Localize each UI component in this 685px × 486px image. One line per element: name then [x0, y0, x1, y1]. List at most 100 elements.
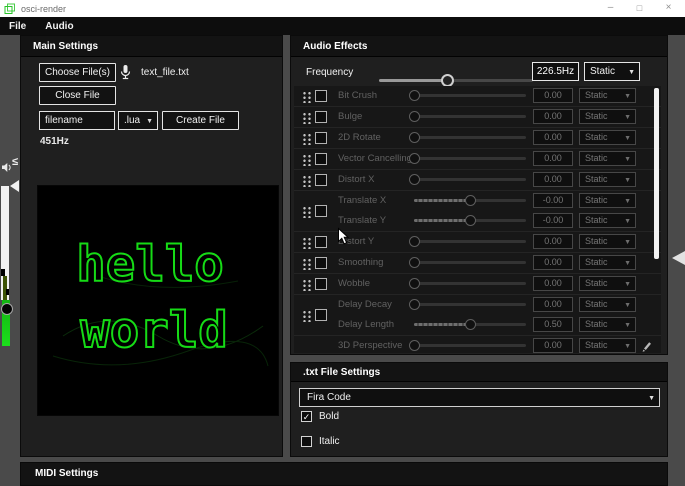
- oscilloscope-display: hello world: [37, 185, 279, 416]
- close-file-button[interactable]: Close File: [39, 86, 116, 105]
- effect-slider[interactable]: [414, 94, 526, 97]
- chevron-down-icon: ▼: [624, 215, 631, 228]
- effect-group: Wobble 0.00 Static▼: [294, 274, 661, 295]
- chevron-down-icon: ▼: [624, 278, 631, 291]
- effect-group: Smoothing 0.00 Static▼: [294, 253, 661, 274]
- effect-anim-dropdown[interactable]: Static▼: [579, 234, 636, 249]
- effect-value-input[interactable]: 0.00: [533, 255, 573, 270]
- effect-anim-dropdown[interactable]: Static▼: [579, 213, 636, 228]
- effect-anim-dropdown[interactable]: Static▼: [579, 109, 636, 124]
- choose-files-button[interactable]: Choose File(s): [39, 63, 116, 82]
- effect-anim-dropdown[interactable]: Static▼: [579, 297, 636, 312]
- effect-value-input[interactable]: 0.00: [533, 234, 573, 249]
- extension-value: .lua: [124, 115, 140, 126]
- effect-value-input[interactable]: 0.00: [533, 297, 573, 312]
- effects-scrollbar-thumb[interactable]: [654, 88, 659, 259]
- effect-slider-thumb[interactable]: [465, 215, 476, 226]
- effect-slider-thumb[interactable]: [465, 319, 476, 330]
- font-family-dropdown[interactable]: Fira Code▼: [299, 388, 660, 407]
- midi-settings-panel[interactable]: MIDI Settings: [20, 462, 668, 486]
- extension-dropdown[interactable]: .lua ▼: [118, 111, 158, 130]
- frequency-anim-dropdown[interactable]: Static▼: [584, 62, 640, 81]
- effect-anim-dropdown[interactable]: Static▼: [579, 276, 636, 291]
- effect-value-input[interactable]: 0.00: [533, 276, 573, 291]
- effect-anim-dropdown[interactable]: Static▼: [579, 255, 636, 270]
- effect-slider-thumb[interactable]: [409, 90, 420, 101]
- frequency-slider[interactable]: [379, 79, 533, 82]
- effect-slider[interactable]: [414, 136, 526, 139]
- effect-anim-dropdown[interactable]: Static▼: [579, 338, 636, 353]
- effect-slider-thumb[interactable]: [409, 153, 420, 164]
- effect-row: Delay Decay 0.00 Static▼: [294, 295, 661, 315]
- effect-slider[interactable]: [414, 199, 526, 202]
- effect-slider[interactable]: [414, 178, 526, 181]
- effect-value-input[interactable]: 0.00: [533, 130, 573, 145]
- effect-value-input[interactable]: -0.00: [533, 193, 573, 208]
- effect-row: Delay Length0.50Static▼: [294, 315, 661, 335]
- effect-label: Delay Decay: [338, 295, 392, 315]
- effect-value-input[interactable]: 0.00: [533, 109, 573, 124]
- effect-slider-thumb[interactable]: [409, 174, 420, 185]
- minimize-icon[interactable]: –: [596, 0, 625, 17]
- effect-slider[interactable]: [414, 303, 526, 306]
- effect-slider[interactable]: [414, 240, 526, 243]
- effect-anim-dropdown[interactable]: Static▼: [579, 317, 636, 332]
- effect-slider[interactable]: [414, 219, 526, 222]
- effect-value-input[interactable]: 0.50: [533, 317, 573, 332]
- effect-slider-thumb[interactable]: [409, 340, 420, 351]
- effect-slider[interactable]: [414, 157, 526, 160]
- effect-label: Smoothing: [338, 253, 383, 273]
- effect-value-input[interactable]: 0.00: [533, 151, 573, 166]
- bold-checkbox[interactable]: ✓: [301, 411, 312, 422]
- effect-anim-dropdown[interactable]: Static▼: [579, 151, 636, 166]
- effect-slider-thumb[interactable]: [409, 299, 420, 310]
- effect-group: Bit Crush0.00Static▼: [294, 86, 661, 107]
- effect-slider[interactable]: [414, 282, 526, 285]
- effect-slider-thumb[interactable]: [409, 132, 420, 143]
- effect-slider-thumb[interactable]: [409, 257, 420, 268]
- effect-anim-dropdown[interactable]: Static▼: [579, 88, 636, 103]
- menu-audio[interactable]: Audio: [45, 21, 73, 32]
- effect-slider[interactable]: [414, 115, 526, 118]
- speaker-icon[interactable]: [1, 160, 12, 178]
- effect-row: Wobble 0.00 Static▼: [294, 274, 661, 294]
- edit-effect-icon[interactable]: [641, 340, 652, 353]
- microphone-icon[interactable]: [119, 64, 132, 86]
- effect-slider-thumb[interactable]: [409, 111, 420, 122]
- effect-row: Translate Y-0.00Static▼: [294, 211, 661, 231]
- effect-label: Wobble: [338, 274, 370, 294]
- collapse-panel-arrow-icon[interactable]: [672, 251, 685, 265]
- effect-row: 3D Perspective0.00Static▼: [294, 336, 661, 353]
- effect-group: Vector Cancelling0.00Static▼: [294, 149, 661, 170]
- maximize-icon[interactable]: □: [625, 0, 654, 17]
- effect-value-input[interactable]: 0.00: [533, 338, 573, 353]
- effect-slider-thumb[interactable]: [465, 195, 476, 206]
- effect-value-input[interactable]: -0.00: [533, 213, 573, 228]
- effect-anim-dropdown[interactable]: Static▼: [579, 193, 636, 208]
- effect-anim-dropdown[interactable]: Static▼: [579, 172, 636, 187]
- volume-slider-thumb[interactable]: [1, 303, 13, 315]
- effect-slider[interactable]: [414, 323, 526, 326]
- volume-meter-tick: [1, 269, 5, 276]
- effect-slider[interactable]: [414, 261, 526, 264]
- volume-marker-icon[interactable]: [10, 180, 19, 192]
- effects-list: Bit Crush0.00Static▼Bulge0.00Static▼2D R…: [294, 86, 661, 353]
- italic-checkbox[interactable]: [301, 436, 312, 447]
- effect-value-input[interactable]: 0.00: [533, 88, 573, 103]
- chevron-down-icon: ▼: [146, 113, 153, 130]
- main-settings-header: Main Settings: [21, 36, 282, 57]
- effect-slider-thumb[interactable]: [409, 236, 420, 247]
- effect-anim-dropdown[interactable]: Static▼: [579, 130, 636, 145]
- chevron-down-icon: ▼: [624, 174, 631, 187]
- effect-slider[interactable]: [414, 344, 526, 347]
- effect-group: Distort Y0.00Static▼: [294, 232, 661, 253]
- filename-input[interactable]: [39, 111, 115, 130]
- menu-file[interactable]: File: [9, 21, 26, 32]
- effect-value-input[interactable]: 0.00: [533, 172, 573, 187]
- create-file-button[interactable]: Create File: [162, 111, 239, 130]
- effect-row: Distort X0.00Static▼: [294, 170, 661, 190]
- chevron-down-icon: ▼: [624, 195, 631, 208]
- close-icon[interactable]: ×: [654, 0, 683, 17]
- frequency-value-input[interactable]: 226.5Hz: [532, 62, 579, 81]
- effect-slider-thumb[interactable]: [409, 278, 420, 289]
